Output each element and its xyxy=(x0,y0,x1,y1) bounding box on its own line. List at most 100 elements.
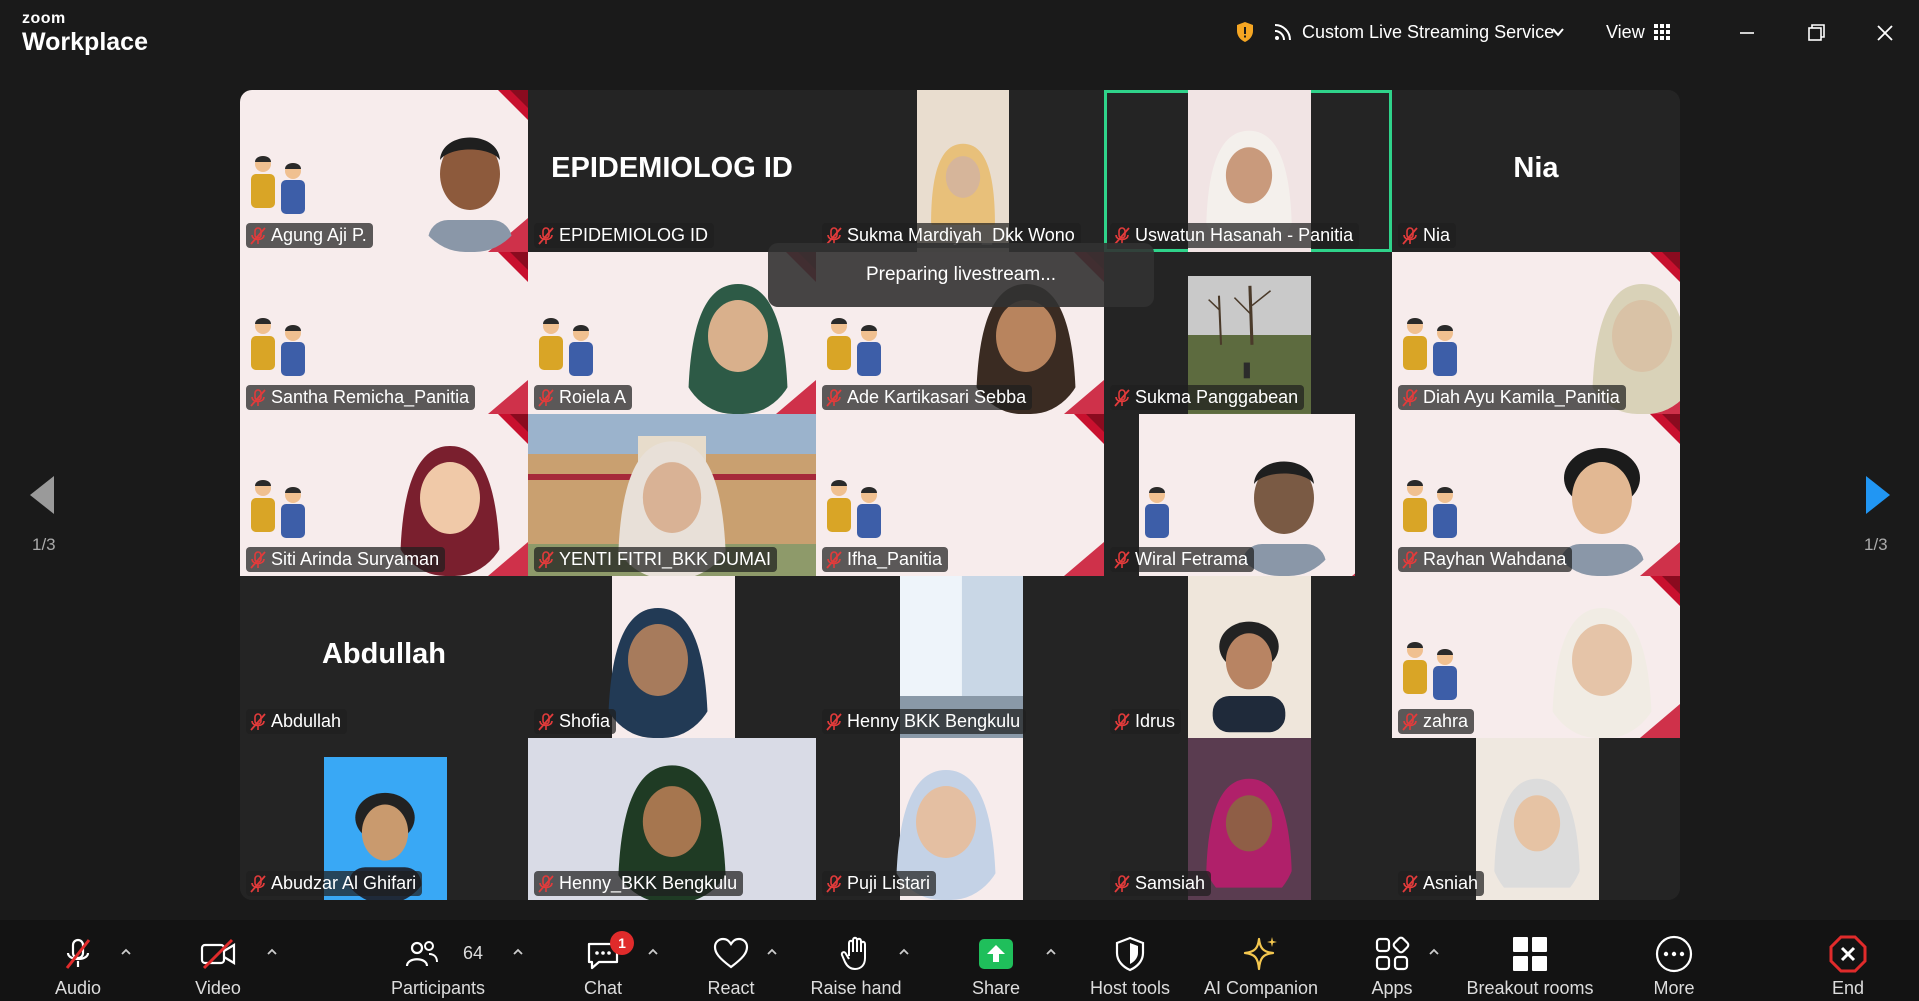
participant-name: Abudzar Al Ghifari xyxy=(271,873,417,893)
participant-video-feed xyxy=(1475,738,1600,900)
participant-video-tile[interactable]: Puji Listari xyxy=(816,738,1104,900)
muted-microphone-icon xyxy=(826,712,842,731)
participant-name-label: Siti Arinda Suryaman xyxy=(246,547,446,572)
participant-name-label: Wiral Fetrama xyxy=(1110,547,1255,572)
participant-video-tile[interactable]: Abudzar Al Ghifari xyxy=(240,738,528,900)
character-illustration-icon xyxy=(1433,325,1457,376)
participant-video-tile[interactable]: Abdullah Abdullah xyxy=(240,576,528,738)
participant-video-tile[interactable]: Asniah xyxy=(1392,738,1680,900)
breakout-rooms-button[interactable]: Breakout rooms xyxy=(1454,920,1606,1001)
end-meeting-icon xyxy=(1829,935,1867,973)
restore-window-button[interactable] xyxy=(1799,16,1833,50)
participant-name-placeholder: EPIDEMIOLOG ID xyxy=(551,152,793,184)
apps-button[interactable]: Apps xyxy=(1352,920,1432,1001)
share-screen-icon xyxy=(979,939,1013,969)
participant-video-tile[interactable]: Nia Nia xyxy=(1392,90,1680,252)
audio-button[interactable]: Audio xyxy=(38,920,118,1001)
chat-button[interactable]: Chat xyxy=(566,920,640,1001)
livestream-icon[interactable] xyxy=(1274,23,1292,41)
heart-icon xyxy=(713,937,749,969)
participant-avatar xyxy=(1552,608,1652,738)
previous-page-arrow-icon[interactable] xyxy=(28,474,56,516)
participant-name-label: Agung Aji P. xyxy=(246,223,373,248)
chat-label: Chat xyxy=(583,978,623,998)
banner-decoration-icon xyxy=(1074,414,1104,444)
participant-video-tile[interactable]: Siti Arinda Suryaman xyxy=(240,414,528,576)
participant-name-label: Samsiah xyxy=(1110,871,1212,896)
audio-options-caret-icon[interactable] xyxy=(120,947,132,957)
ai-companion-button[interactable]: AI Companion xyxy=(1196,920,1326,1001)
muted-microphone-icon xyxy=(1402,550,1418,569)
apps-options-caret-icon[interactable] xyxy=(1428,947,1440,957)
participant-name-label: Asniah xyxy=(1398,871,1485,896)
react-button[interactable]: React xyxy=(692,920,770,1001)
participant-video-tile[interactable]: Henny BKK Bengkulu xyxy=(816,576,1104,738)
video-options-caret-icon[interactable] xyxy=(266,947,278,957)
participant-avatar xyxy=(1206,779,1293,889)
participant-video-tile[interactable]: Santha Remicha_Panitia xyxy=(240,252,528,414)
participant-video-tile[interactable]: Sukma Mardiyah_Dkk Wono xyxy=(816,90,1104,252)
close-window-button[interactable] xyxy=(1868,16,1902,50)
raise-hand-options-caret-icon[interactable] xyxy=(898,947,910,957)
character-illustration-icon xyxy=(251,318,275,370)
banner-decoration-icon xyxy=(1650,414,1680,444)
react-label: React xyxy=(707,978,755,998)
banner-decoration-icon xyxy=(488,380,528,414)
participant-name-label: Santha Remicha_Panitia xyxy=(246,385,476,410)
video-button[interactable]: Video xyxy=(178,920,258,1001)
participant-avatar xyxy=(1213,622,1286,733)
participant-name: Shofia xyxy=(559,711,611,731)
participant-video-tile[interactable]: Ifha_Panitia xyxy=(816,414,1104,576)
more-button[interactable]: More xyxy=(1634,920,1714,1001)
share-button[interactable]: Share xyxy=(958,920,1034,1001)
participant-name: Idrus xyxy=(1135,711,1176,731)
participant-video-tile[interactable]: Henny_BKK Bengkulu xyxy=(528,738,816,900)
participant-video-tile[interactable]: Shofia xyxy=(528,576,816,738)
participant-name: Asniah xyxy=(1423,873,1479,893)
minimize-window-button[interactable] xyxy=(1730,16,1764,50)
chat-options-caret-icon[interactable] xyxy=(647,947,659,957)
share-options-caret-icon[interactable] xyxy=(1045,947,1057,957)
participant-name: Sukma Panggabean xyxy=(1135,387,1299,407)
host-tools-button[interactable]: Host tools xyxy=(1080,920,1180,1001)
participant-video-tile[interactable]: Wiral Fetrama xyxy=(1104,414,1392,576)
zoom-logo: zoom Workplace xyxy=(22,11,148,55)
chevron-down-icon[interactable] xyxy=(1551,25,1565,39)
participant-name-label: YENTI FITRI_BKK DUMAI xyxy=(534,547,778,572)
muted-microphone-icon xyxy=(826,226,842,245)
participants-options-caret-icon[interactable] xyxy=(512,947,524,957)
participant-video-tile[interactable]: Uswatun Hasanah - Panitia xyxy=(1104,90,1392,252)
livestream-service-dropdown[interactable]: Custom Live Streaming Service xyxy=(1302,22,1554,43)
next-page-arrow-icon[interactable] xyxy=(1864,474,1892,516)
participant-avatar xyxy=(1494,779,1581,889)
participant-name-placeholder: Abdullah xyxy=(321,638,447,670)
participant-video-tile[interactable]: Rayhan Wahdana xyxy=(1392,414,1680,576)
participant-video-tile[interactable]: Agung Aji P. xyxy=(240,90,528,252)
participant-video-tile[interactable]: Diah Ayu Kamila_Panitia xyxy=(1392,252,1680,414)
muted-microphone-icon xyxy=(1402,388,1418,407)
participant-name-label: Diah Ayu Kamila_Panitia xyxy=(1398,385,1626,410)
host-tools-label: Host tools xyxy=(1089,978,1171,998)
muted-microphone-icon xyxy=(1114,388,1130,407)
muted-microphone-icon xyxy=(250,874,266,893)
participant-video-tile[interactable]: EPIDEMIOLOG ID EPIDEMIOLOG ID xyxy=(528,90,816,252)
participant-name-label: EPIDEMIOLOG ID xyxy=(534,223,715,248)
character-illustration-icon xyxy=(539,318,563,370)
participant-name: EPIDEMIOLOG ID xyxy=(559,225,709,245)
muted-microphone-icon xyxy=(1402,712,1418,731)
participant-video-tile[interactable]: Idrus xyxy=(1104,576,1392,738)
character-illustration-icon xyxy=(251,156,275,208)
participant-video-tile[interactable]: YENTI FITRI_BKK DUMAI xyxy=(528,414,816,576)
participant-video-tile[interactable]: zahra xyxy=(1392,576,1680,738)
end-meeting-button[interactable]: End xyxy=(1808,920,1888,1001)
view-button[interactable]: View xyxy=(1606,22,1645,43)
character-illustration-icon xyxy=(1433,649,1457,700)
character-illustration-icon xyxy=(251,480,275,532)
participant-name-label: Abdullah xyxy=(246,709,348,734)
security-shield-icon[interactable] xyxy=(1236,21,1254,43)
participants-icon xyxy=(405,941,438,967)
participant-video-tile[interactable]: Samsiah xyxy=(1104,738,1392,900)
react-options-caret-icon[interactable] xyxy=(766,947,778,957)
grid-view-icon[interactable] xyxy=(1654,24,1670,40)
raise-hand-button[interactable]: Raise hand xyxy=(800,920,912,1001)
